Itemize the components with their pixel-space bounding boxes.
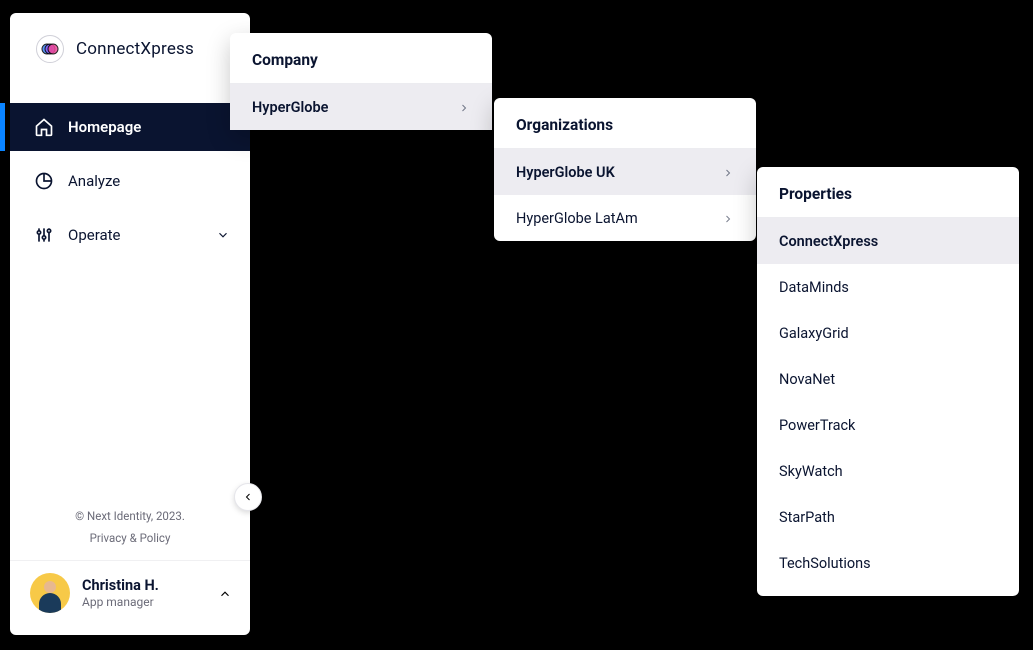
chevron-right-icon xyxy=(458,101,470,113)
sidebar-item-operate[interactable]: Operate xyxy=(10,211,250,259)
sidebar-item-label: Operate xyxy=(68,226,202,244)
prop-item-galaxygrid[interactable]: GalaxyGrid xyxy=(757,310,1019,356)
company-item-hyperglobe[interactable]: HyperGlobe xyxy=(230,84,492,130)
footer-copyright: © Next Identity, 2023. xyxy=(10,506,250,528)
prop-item-powertrack[interactable]: PowerTrack xyxy=(757,402,1019,448)
user-info: Christina H. App manager xyxy=(82,577,206,609)
panel-item-label: HyperGlobe LatAm xyxy=(516,210,722,227)
panel-item-label: PowerTrack xyxy=(779,417,997,434)
panel-item-label: GalaxyGrid xyxy=(779,325,997,342)
sidebar-item-label: Homepage xyxy=(68,118,230,136)
panel-item-label: DataMinds xyxy=(779,279,997,296)
sidebar-item-analyze[interactable]: Analyze xyxy=(10,157,250,205)
app-logo-icon xyxy=(36,35,64,63)
user-menu[interactable]: Christina H. App manager xyxy=(10,560,250,627)
panel-item-label: HyperGlobe xyxy=(252,99,458,116)
panel-title-company: Company xyxy=(230,33,492,84)
panel-item-label: StarPath xyxy=(779,509,997,526)
prop-item-connectxpress[interactable]: ConnectXpress xyxy=(757,218,1019,264)
collapse-sidebar-button[interactable] xyxy=(234,483,262,511)
prop-item-techsolutions[interactable]: TechSolutions xyxy=(757,540,1019,586)
panel-title-properties: Properties xyxy=(757,167,1019,218)
sidebar: ConnectXpress Homepage Analyze Operate xyxy=(10,13,250,635)
panel-item-label: ConnectXpress xyxy=(779,233,997,250)
panel-item-label: NovaNet xyxy=(779,371,997,388)
panel-item-label: HyperGlobe UK xyxy=(516,164,722,181)
org-item-hyperglobe-uk[interactable]: HyperGlobe UK xyxy=(494,149,756,195)
operate-icon xyxy=(34,225,54,245)
sidebar-nav: Homepage Analyze Operate xyxy=(10,103,250,259)
sidebar-footer: © Next Identity, 2023. Privacy & Policy … xyxy=(10,500,250,635)
app-title: ConnectXpress xyxy=(76,39,194,59)
chevron-right-icon xyxy=(722,212,734,224)
prop-item-dataminds[interactable]: DataMinds xyxy=(757,264,1019,310)
chevron-left-icon xyxy=(242,491,254,503)
user-role: App manager xyxy=(82,595,206,609)
analyze-icon xyxy=(34,171,54,191)
footer-text: © Next Identity, 2023. Privacy & Policy xyxy=(10,500,250,560)
panel-item-label: TechSolutions xyxy=(779,555,997,572)
company-panel: Company HyperGlobe xyxy=(230,33,492,130)
footer-policy-link[interactable]: Privacy & Policy xyxy=(90,531,171,545)
chevron-down-icon xyxy=(216,228,230,242)
home-icon xyxy=(34,117,54,137)
prop-item-skywatch[interactable]: SkyWatch xyxy=(757,448,1019,494)
prop-item-novanet[interactable]: NovaNet xyxy=(757,356,1019,402)
panel-title-organizations: Organizations xyxy=(494,98,756,149)
sidebar-header: ConnectXpress xyxy=(10,13,250,83)
properties-panel: Properties ConnectXpress DataMinds Galax… xyxy=(757,167,1019,596)
avatar xyxy=(30,573,70,613)
user-name: Christina H. xyxy=(82,577,206,594)
chevron-right-icon xyxy=(722,166,734,178)
org-item-hyperglobe-latam[interactable]: HyperGlobe LatAm xyxy=(494,195,756,241)
chevron-up-icon xyxy=(218,586,232,600)
organizations-panel: Organizations HyperGlobe UK HyperGlobe L… xyxy=(494,98,756,241)
sidebar-item-label: Analyze xyxy=(68,172,230,190)
prop-item-starpath[interactable]: StarPath xyxy=(757,494,1019,540)
sidebar-item-homepage[interactable]: Homepage xyxy=(10,103,250,151)
panel-item-label: SkyWatch xyxy=(779,463,997,480)
